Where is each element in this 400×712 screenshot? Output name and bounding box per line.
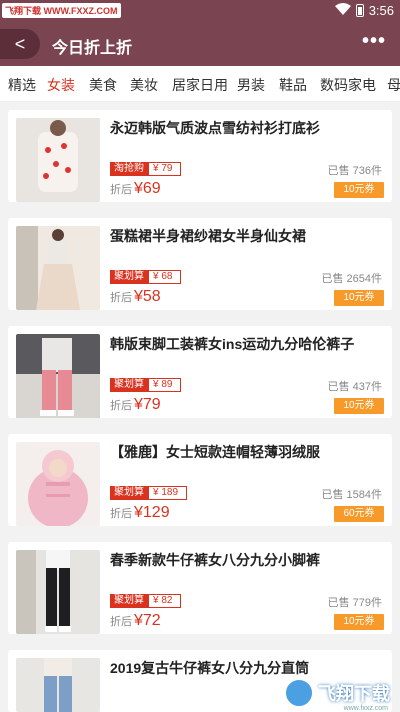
category-tabs: 精选 女装 美食 美妆 居家日用 男装 鞋品 数码家电 母 [0, 66, 400, 102]
final-price: 折后 ¥79 [110, 396, 161, 413]
watermark-badge: 飞翔下载 WWW.FXXZ.COM [2, 3, 121, 18]
promo-tag: 聚划算 ¥ 189 [110, 486, 188, 500]
product-image [16, 658, 100, 712]
promo-tag: 淘抢购 ¥ 79 [110, 162, 182, 176]
tab-meizhuang[interactable]: 美妆 [130, 75, 158, 95]
coupon-button[interactable]: 10元券 [334, 290, 384, 306]
final-price: 折后 ¥58 [110, 288, 161, 305]
battery-icon [355, 4, 364, 17]
coupon-button[interactable]: 10元券 [334, 614, 384, 630]
app-bar: < 今日折上折 ••• [0, 22, 400, 66]
sold-count: 已售 779件 [327, 597, 382, 609]
tab-xiepin[interactable]: 鞋品 [279, 75, 307, 95]
promo-tag: 聚划算 ¥ 89 [110, 378, 182, 392]
product-image [16, 226, 100, 310]
product-image [16, 118, 100, 202]
product-card[interactable]: 永迈韩版气质波点雪纺衬衫打底衫 淘抢购 ¥ 79 折后 ¥69 已售 736件 1… [8, 110, 392, 202]
product-card[interactable]: 【雅鹿】女士短款连帽轻薄羽绒服 聚划算 ¥ 189 折后 ¥129 已售 1584… [8, 434, 392, 526]
product-title: 蛋糕裙半身裙纱裙女半身仙女裙 [110, 228, 306, 244]
logo-icon [284, 678, 314, 708]
product-title: 【雅鹿】女士短款连帽轻薄羽绒服 [110, 444, 320, 460]
product-card[interactable]: 蛋糕裙半身裙纱裙女半身仙女裙 聚划算 ¥ 68 折后 ¥58 已售 2654件 1… [8, 218, 392, 310]
promo-tag: 聚划算 ¥ 82 [110, 594, 182, 608]
coupon-button[interactable]: 10元券 [334, 182, 384, 198]
sold-count: 已售 1584件 [321, 489, 382, 501]
wifi-icon [334, 3, 351, 18]
product-title: 韩版束脚工装裤女ins运动九分哈伦裤子 [110, 336, 355, 352]
product-card[interactable]: 春季新款牛仔裤女八分九分小脚裤 聚划算 ¥ 82 折后 ¥72 已售 779件 1… [8, 542, 392, 634]
final-price: 折后 ¥72 [110, 612, 161, 629]
tab-mu[interactable]: 母 [387, 75, 400, 95]
tab-nanzhuang[interactable]: 男装 [237, 75, 265, 95]
back-button[interactable]: < [0, 29, 40, 59]
promo-tag: 聚划算 ¥ 68 [110, 270, 182, 284]
product-card[interactable]: 韩版束脚工装裤女ins运动九分哈伦裤子 聚划算 ¥ 89 折后 ¥79 已售 43… [8, 326, 392, 418]
product-image [16, 550, 100, 634]
tab-jingxuan[interactable]: 精选 [8, 75, 36, 95]
status-bar: 飞翔下载 WWW.FXXZ.COM 3:56 [0, 0, 400, 22]
product-title: 2019复古牛仔裤女八分九分直筒 [110, 660, 310, 676]
chevron-left-icon: < [14, 33, 26, 54]
product-image [16, 334, 100, 418]
clock-time: 3:56 [368, 3, 394, 18]
product-image [16, 442, 100, 526]
coupon-button[interactable]: 10元券 [334, 398, 384, 414]
sold-count: 已售 736件 [327, 165, 382, 177]
more-options-icon[interactable]: ••• [362, 30, 386, 53]
product-title: 永迈韩版气质波点雪纺衬衫打底衫 [110, 120, 320, 136]
tab-nvzhuang[interactable]: 女装 [47, 75, 75, 95]
page-title: 今日折上折 [52, 40, 133, 57]
tab-meishi[interactable]: 美食 [89, 75, 117, 95]
tab-jujia[interactable]: 居家日用 [172, 75, 228, 95]
sold-count: 已售 437件 [327, 381, 382, 393]
final-price: 折后 ¥69 [110, 180, 161, 197]
product-title: 春季新款牛仔裤女八分九分小脚裤 [110, 552, 320, 568]
sold-count: 已售 2654件 [321, 273, 382, 285]
coupon-button[interactable]: 60元券 [334, 506, 384, 522]
tab-shuma[interactable]: 数码家电 [320, 75, 376, 95]
final-price: 折后 ¥129 [110, 504, 170, 521]
watermark-logo: 飞翔下载 www.fxxz.com [284, 676, 390, 712]
